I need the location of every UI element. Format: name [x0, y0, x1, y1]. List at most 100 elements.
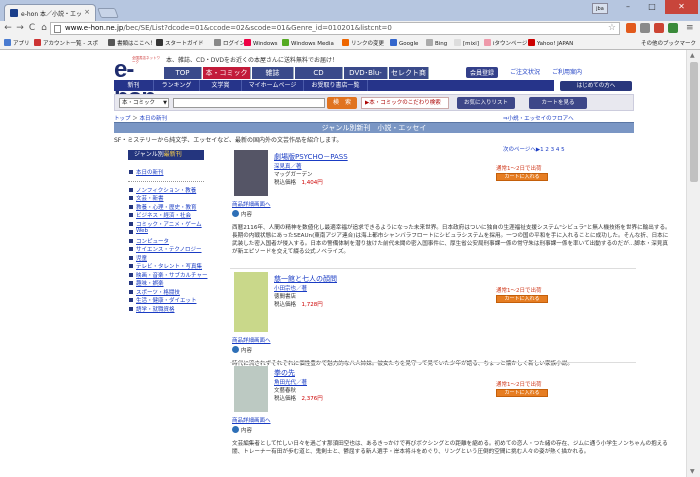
product-title[interactable]: 劇場版PSYCHO－PASS	[274, 152, 348, 162]
genre-title: ジャンル別新刊 小説・エッセイ	[114, 122, 634, 133]
bookmark-item[interactable]: アカウント一覧 - スポ	[34, 39, 98, 47]
product-price: 税込価格 1,404円	[274, 178, 323, 186]
sidebar-item[interactable]: コンピュータ	[128, 237, 208, 246]
add-to-cart-button[interactable]: カートに入れる	[496, 295, 548, 303]
scrollbar[interactable]: ▲ ▼	[686, 50, 700, 477]
nav-cd[interactable]: CD	[295, 67, 343, 79]
user-badge[interactable]: jba	[592, 3, 608, 14]
product-content-label: 内容	[232, 346, 252, 354]
subnav-myhome[interactable]: マイホームページ	[242, 80, 304, 91]
book-cover[interactable]	[234, 272, 268, 332]
sidebar-item[interactable]: ノンフィクション・教養	[128, 186, 208, 195]
beginner-guide-button[interactable]: はじめての方へ	[560, 81, 632, 91]
usage-guide-link[interactable]: ご利用案内	[552, 67, 582, 76]
book-cover[interactable]	[234, 366, 268, 412]
url-text: www.e-hon.ne.jp/bec/SE/List?dcode=01&cco…	[65, 24, 392, 32]
sidebar-item[interactable]: スポーツ・格闘技	[128, 288, 208, 297]
address-bar[interactable]: www.e-hon.ne.jp/bec/SE/List?dcode=01&cco…	[50, 22, 620, 35]
sidebar-item[interactable]: 本日の新刊	[128, 168, 208, 177]
search-button[interactable]: 検 索	[327, 97, 357, 109]
product-detail-link[interactable]: 商品詳細画面へ	[232, 200, 271, 208]
scroll-down-icon[interactable]: ▼	[690, 468, 695, 475]
bookmark-item[interactable]: Google	[390, 39, 418, 47]
book-cover[interactable]	[234, 150, 268, 196]
menu-icon[interactable]: ≡	[686, 23, 694, 33]
bookmark-item[interactable]: リンクの変更	[342, 39, 384, 47]
bookmark-icon	[390, 39, 397, 46]
nav-select[interactable]: セレクト商品	[389, 67, 429, 89]
subnav-stores[interactable]: お受取り書店一覧	[304, 80, 368, 91]
sidebar-item[interactable]: 生活・健康・ダイエット	[128, 296, 208, 305]
search-category-select[interactable]: 本・コミック ▼	[119, 98, 169, 108]
browser-tab[interactable]: e-hon 本／小説・エッセイ ×	[4, 4, 96, 21]
sidebar-item[interactable]: テレビ・タレント・写真集	[128, 262, 208, 271]
product-detail-link[interactable]: 商品詳細画面へ	[232, 336, 271, 344]
bookmark-item[interactable]: Bing	[426, 39, 447, 47]
bookmark-item[interactable]: スタートガイド	[156, 39, 204, 47]
sidebar-item[interactable]: 文芸・新書	[128, 194, 208, 203]
bookmark-item[interactable]: Windows Media	[282, 39, 334, 47]
close-window-button[interactable]: ✕	[665, 0, 698, 14]
sidebar-heading-text: ジャンル別	[134, 151, 164, 158]
nav-books[interactable]: 本・コミック	[203, 67, 251, 79]
sidebar-item[interactable]: サイエンス・テクノロジー	[128, 245, 208, 254]
bookmark-item[interactable]: 書類はここへ！	[108, 39, 156, 47]
new-tab-button[interactable]	[97, 8, 119, 18]
bookmark-star-icon[interactable]: ☆	[608, 23, 616, 33]
search-input[interactable]	[173, 98, 325, 108]
subnav-new[interactable]: 新刊	[114, 80, 154, 91]
advanced-search-button[interactable]: ▶本・コミックのこだわり検索	[361, 97, 449, 109]
extension-icon[interactable]	[640, 23, 650, 33]
product-content-label: 内容	[232, 426, 252, 434]
sidebar-item[interactable]: 語学・就職資格	[128, 305, 208, 314]
bookmark-item[interactable]: ログイン	[214, 39, 245, 47]
extension-icon[interactable]	[626, 23, 636, 33]
bookmark-item[interactable]: アプリ	[4, 39, 30, 47]
view-cart-button[interactable]: カートを見る	[529, 97, 587, 109]
minimize-button[interactable]: –	[617, 0, 639, 14]
extension-icon[interactable]	[654, 23, 664, 33]
sidebar-item[interactable]: ビジネス・経済・社会	[128, 211, 208, 220]
sidebar-item[interactable]: 教養・心理・歴史・教育	[128, 203, 208, 212]
tab-close-icon[interactable]: ×	[84, 8, 90, 16]
nav-dvd[interactable]: DVD･Blu-ray	[344, 67, 388, 89]
sidebar-item[interactable]: 映画・音楽・サブカルチャー	[128, 271, 208, 280]
add-to-cart-button[interactable]: カートに入れる	[496, 173, 548, 181]
url-path: /bec/SE/List?dcode=01&ccode=02&scode=01&…	[123, 24, 392, 32]
nav-top[interactable]: TOP	[164, 67, 202, 79]
favorites-list-button[interactable]: お気に入りリスト	[457, 97, 515, 109]
product-author[interactable]: 小田宗也／著	[274, 284, 307, 292]
forward-button[interactable]: →	[14, 22, 26, 34]
other-bookmarks[interactable]: その他のブックマーク	[641, 39, 696, 47]
extension-icon[interactable]	[668, 23, 678, 33]
product-author[interactable]: 深見真／著	[274, 162, 302, 170]
sidebar-item[interactable]: 児童	[128, 254, 208, 263]
sidebar-item[interactable]: Web	[128, 228, 208, 237]
home-button[interactable]: ⌂	[38, 22, 50, 34]
bookmark-item[interactable]: iタウンページ	[484, 39, 527, 47]
bookmark-item[interactable]: Windows	[244, 39, 278, 47]
nav-magazines[interactable]: 雑誌	[252, 67, 294, 79]
member-register-button[interactable]: 会員登録	[466, 67, 499, 78]
add-to-cart-button[interactable]: カートに入れる	[496, 389, 548, 397]
product-detail-link[interactable]: 商品詳細画面へ	[232, 416, 271, 424]
product-author[interactable]: 角田光代／著	[274, 378, 307, 386]
bookmark-item[interactable]: [mixi]	[454, 39, 479, 47]
subnav-awards[interactable]: 文学賞	[200, 80, 242, 91]
sidebar-item[interactable]: 趣味・娯楽	[128, 279, 208, 288]
subnav-ranking[interactable]: ランキング	[154, 80, 200, 91]
category-floor-link[interactable]: ⇒小説・エッセイのフロアへ	[503, 114, 574, 122]
order-status-link[interactable]: ご注文状況	[510, 67, 540, 76]
bookmark-icon	[4, 39, 11, 46]
maximize-button[interactable]: □	[641, 0, 663, 14]
reload-button[interactable]: C	[26, 22, 38, 34]
product-title[interactable]: 拳の先	[274, 368, 295, 378]
scroll-up-icon[interactable]: ▲	[690, 52, 695, 59]
bookmark-item[interactable]: Yahoo! JAPAN	[528, 39, 573, 47]
sidebar-item[interactable]: コミック・アニメ・ゲーム	[128, 220, 208, 229]
bookmark-label: アプリ	[13, 41, 30, 47]
product-title[interactable]: 慈一館と七人の顔問	[274, 274, 337, 284]
scrollbar-thumb[interactable]	[690, 62, 698, 182]
pagination[interactable]: 次のページへ▶1 2 3 4 5	[503, 145, 565, 153]
back-button[interactable]: ←	[2, 22, 14, 34]
